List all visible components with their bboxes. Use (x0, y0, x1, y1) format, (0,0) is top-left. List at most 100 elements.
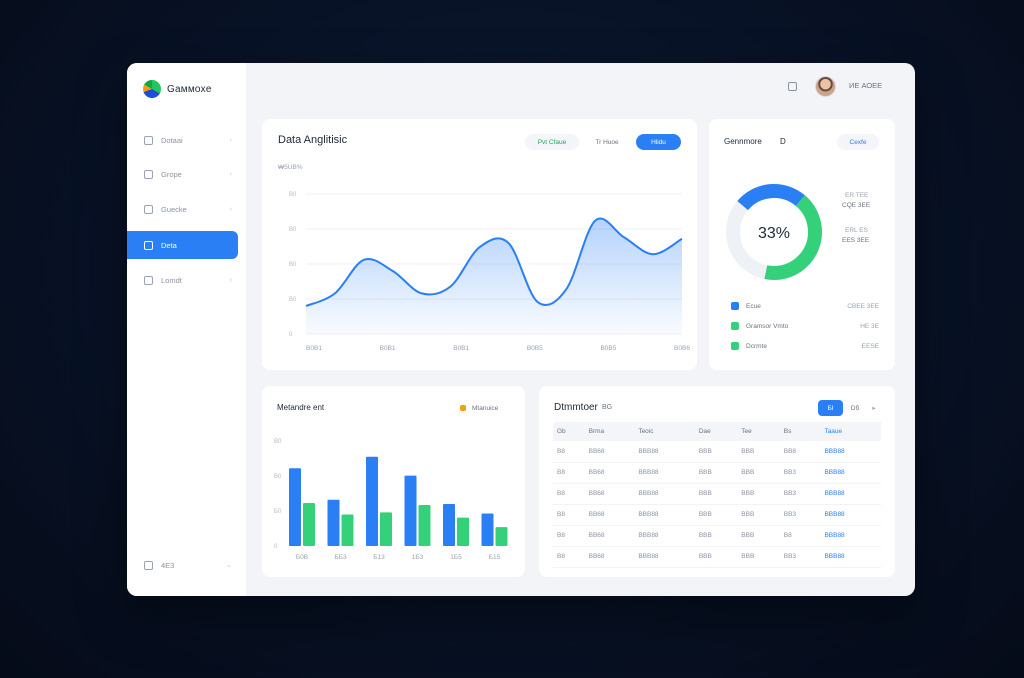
table-cell: B8 (779, 525, 821, 547)
table-row[interactable]: B8 BB68 BBB88 BBB BBB BB8 BBB88 (553, 441, 881, 463)
sidebar-item-label: Dotaai (161, 135, 183, 145)
x-tick-label: B0B1 (380, 345, 396, 352)
table-cell: BB68 (584, 483, 635, 505)
table-cell: BB3 (779, 483, 821, 505)
legend-value: HE 3E (860, 322, 879, 330)
y-tick-label: B0 (289, 227, 297, 233)
y-tick-label: B0 (289, 262, 297, 268)
y-tick-label: 0 (289, 332, 293, 338)
table-cell: BBB (737, 546, 780, 568)
x-tick-label: B0B1 (306, 345, 322, 352)
legend-label: Ecue (746, 302, 761, 310)
table-cell: BB68 (584, 441, 635, 463)
table-cell: BB68 (584, 546, 635, 568)
notification-icon[interactable] (788, 82, 797, 91)
table-cell: BBB88 (634, 525, 695, 547)
x-tick-label: 1Б3 (412, 554, 424, 561)
toggle-active-button[interactable]: Бl (818, 400, 843, 416)
avatar[interactable] (815, 76, 836, 97)
table-cell: B8 (553, 462, 585, 484)
bar (457, 517, 469, 546)
dashboard-icon (144, 135, 153, 145)
y-tick-label: Б0 (274, 509, 282, 515)
table-row[interactable]: B8 BB68 BBB88 BBB BBB BB3 BBB88 (553, 546, 881, 568)
file-icon (144, 275, 153, 285)
column-header[interactable]: Taaue (820, 422, 881, 441)
chevron-right-icon: › (229, 205, 232, 213)
table-row[interactable]: B8 BB68 BBB88 BBB BBB BB3 BBB88 (553, 483, 881, 505)
column-header[interactable]: Bs (779, 422, 821, 441)
toggle-inactive-button[interactable]: Dб (844, 400, 866, 416)
table-cell: BBB88 (634, 462, 695, 484)
table-cell: BBB88 (634, 546, 695, 568)
sidebar: Gaммоxе Dotaai › Grope › Guecke › Deta L… (127, 63, 246, 596)
brand-logo-icon (143, 80, 161, 98)
column-header[interactable]: Teoic (634, 422, 695, 441)
x-tick-label: B0B6 (674, 345, 690, 352)
column-header[interactable]: Tee (737, 422, 780, 441)
sidebar-item-dashboard[interactable]: Dotaai › (127, 126, 238, 154)
table-card-title: Dtmmtoer (554, 402, 598, 413)
y-tick-label: B0 (274, 474, 282, 480)
table-cell: B8 (553, 483, 585, 505)
area-chart: B0 B0 B0 B0 0 B0B1 B0B1 B0B1 B0B5 B0B5 B0B6 (289, 192, 690, 352)
column-header[interactable]: Gb (553, 422, 585, 441)
column-header[interactable]: Dae (694, 422, 738, 441)
chevron-right-icon: › (229, 136, 232, 144)
table-header-row: Gb Brma Teoic Dae Tee Bs Taaue (553, 422, 881, 441)
bar-chart: B0 B0 Б0 0 Б0B ББ3 Б13 1Б3 1Б5 Б15 (274, 439, 508, 561)
table-cell: BBB (737, 462, 780, 484)
sidebar-item-label: Guecke (161, 204, 187, 214)
donut-center-label: 33% (758, 225, 790, 242)
table-cell: BB68 (584, 504, 635, 526)
donut-legend-item: Dcrmte EESE (731, 342, 879, 350)
table-cell: BBB (694, 525, 738, 547)
more-options-icon[interactable]: ▸ (867, 400, 881, 416)
bar (341, 514, 354, 546)
legend-value: CBEE 3EE (847, 302, 879, 310)
sidebar-item-label: Grope (161, 169, 182, 179)
table-cell: BBB88 (634, 441, 695, 463)
table-card-title-suffix: BG (602, 404, 613, 411)
x-tick-label: Б13 (373, 554, 385, 561)
table-cell: BB8 (779, 441, 821, 463)
bar (380, 512, 392, 546)
sidebar-item-queue[interactable]: Guecke › (127, 195, 238, 223)
table-row[interactable]: B8 BB68 BBB88 BBB BBB BB3 BBB88 (553, 462, 881, 484)
table-cell: B8 (553, 504, 585, 526)
sidebar-item-groups[interactable]: Grope › (127, 160, 238, 188)
grid-icon (144, 169, 153, 179)
donut-legend-item: Gramsor Vmto HE 3E (731, 322, 879, 330)
donut-stat-label: ER TEE (845, 192, 869, 199)
table-cell-status: BBB88 (820, 525, 881, 547)
table-cell: BBB (737, 441, 780, 463)
table-cell: BBB88 (634, 483, 695, 505)
table-row[interactable]: B8 BB68 BBB88 BBB BBB B8 BBB88 (553, 525, 881, 547)
x-tick-label: B0B5 (600, 345, 616, 352)
sidebar-item-data[interactable]: Deta (127, 231, 238, 259)
settings-icon (144, 560, 153, 570)
bar (495, 527, 508, 546)
x-tick-label: 1Б5 (450, 554, 462, 561)
legend-label: Dcrmte (746, 342, 767, 350)
table-row[interactable]: B8 BB68 BBB88 BBB BBB BB3 BBB88 (553, 504, 881, 526)
table-cell: BB3 (779, 462, 821, 484)
table-cell: B8 (553, 546, 585, 568)
toggle-inactive-label: Dб (850, 404, 860, 412)
column-header[interactable]: Brma (584, 422, 635, 441)
user-name[interactable]: ИЕ АОЕЕ (849, 81, 882, 90)
brand[interactable]: Gaммоxе (143, 80, 212, 98)
bar (327, 499, 340, 546)
x-tick-label: Б15 (489, 554, 501, 561)
y-tick-label: B0 (289, 297, 297, 303)
donut-card: Gennmore D Cexfe 33% ER TEE CQE 3EE ERL … (709, 119, 895, 370)
x-tick-label: Б0B (296, 554, 308, 561)
x-tick-label: B0B1 (453, 345, 469, 352)
donut-stat-value: EES 3EE (842, 237, 870, 244)
legend-label: Gramsor Vmto (746, 322, 789, 330)
sidebar-item-list[interactable]: Lomdt › (127, 266, 238, 294)
table-cell: BBB (694, 441, 738, 463)
sidebar-footer-settings[interactable]: 4E3 ⌄ (127, 551, 238, 579)
donut-legend-item: Ecue CBEE 3EE (731, 302, 879, 310)
chevron-right-icon: › (229, 276, 232, 284)
